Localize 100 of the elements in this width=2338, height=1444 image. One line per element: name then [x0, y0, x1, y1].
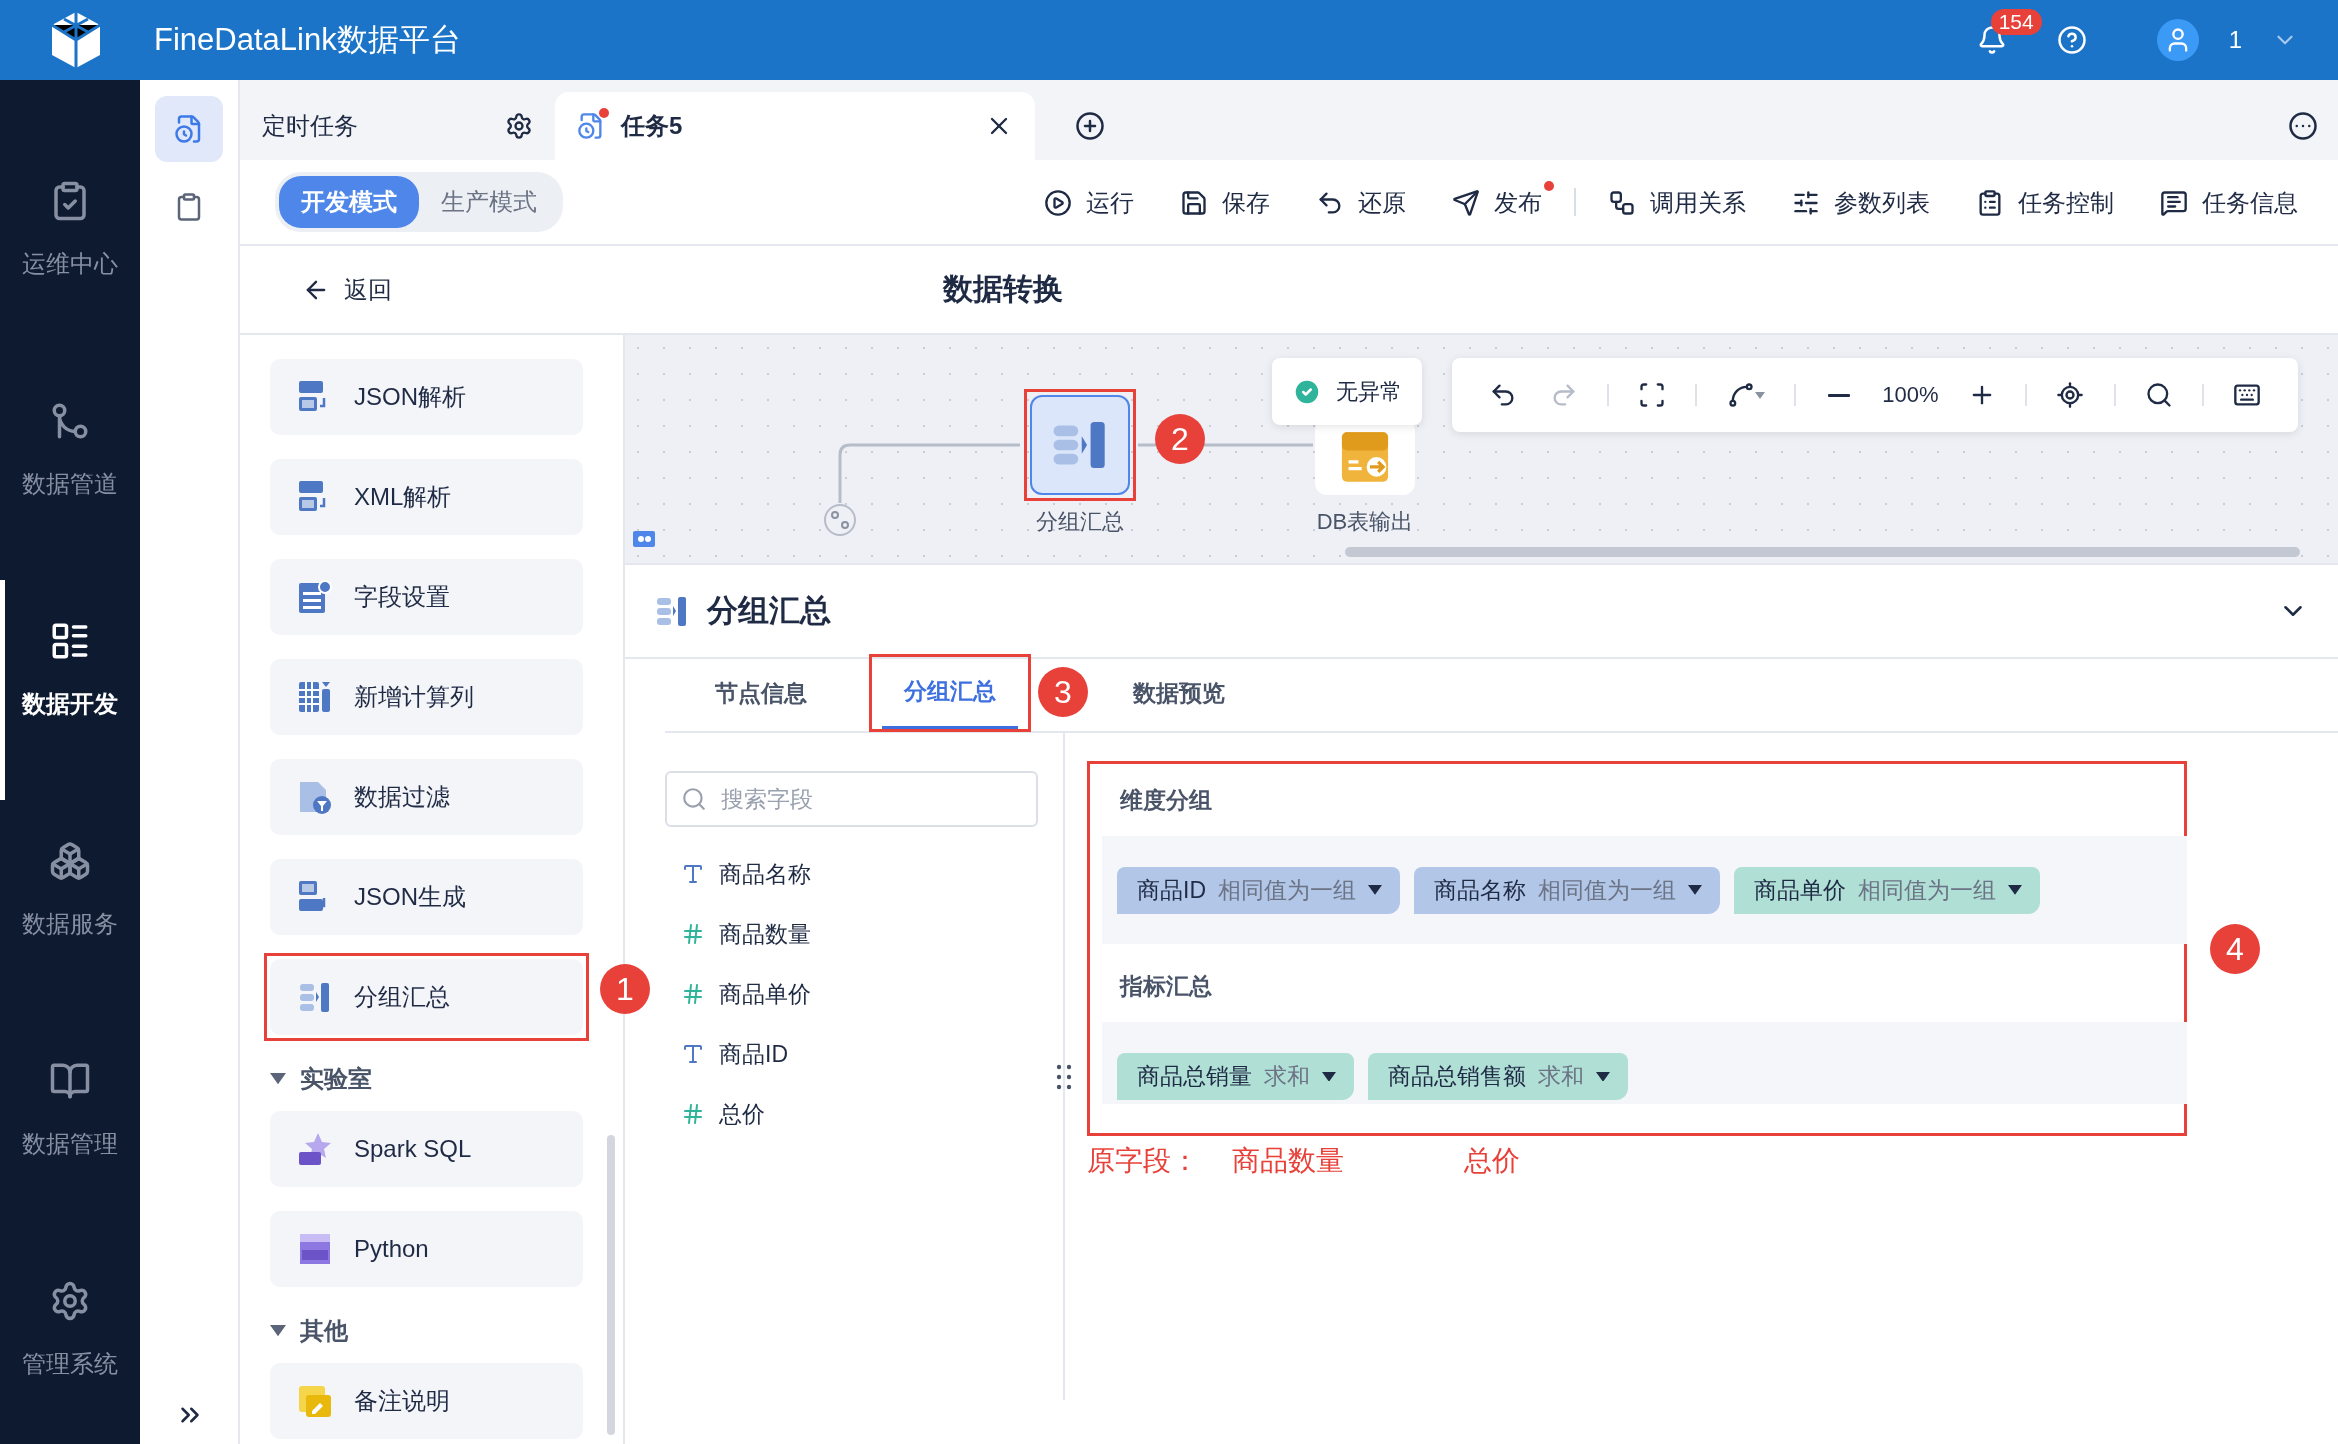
more-icon[interactable]: [2288, 111, 2318, 141]
caret-icon: [270, 1073, 286, 1085]
side-tab[interactable]: [155, 96, 223, 162]
filter-icon: [298, 780, 332, 814]
save-icon: [1180, 189, 1208, 217]
connector-icon: [1726, 381, 1755, 409]
panel-tab[interactable]: 分组汇总: [882, 657, 1018, 729]
text-type-icon: [681, 862, 705, 886]
scrollbar[interactable]: [607, 1135, 615, 1435]
caret-icon: [1596, 1071, 1610, 1082]
search-field[interactable]: 搜索字段: [665, 771, 1038, 827]
mode-toggle[interactable]: 开发模式: [279, 176, 419, 228]
annotation-text: 商品数量: [1232, 1144, 1345, 1178]
node-item[interactable]: 新增计算列: [270, 659, 583, 735]
page-title: 数据转换: [943, 271, 1063, 307]
step-badge: 2: [1155, 414, 1205, 464]
toolbar-button[interactable]: 保存: [1180, 181, 1282, 223]
field-chip[interactable]: 商品总销售额 求和: [1368, 1053, 1628, 1100]
scan-icon: [1638, 381, 1667, 409]
hash-icon: [681, 982, 705, 1006]
nav-item[interactable]: 数据管理: [0, 1020, 135, 1240]
node-item[interactable]: 字段设置: [270, 559, 583, 635]
notification-dot: [1544, 181, 1554, 191]
panel-tab[interactable]: 节点信息: [693, 659, 829, 731]
panel-title: 分组汇总: [707, 592, 832, 630]
section-title: 指标汇总: [1118, 971, 1213, 1001]
node-item[interactable]: 数据过滤: [270, 759, 583, 835]
toolbar-button[interactable]: 任务控制: [1976, 181, 2126, 223]
group-icon: [298, 980, 332, 1014]
node-item[interactable]: JSON生成: [270, 859, 583, 935]
field-item[interactable]: 商品单价: [681, 975, 1038, 1013]
unsaved-dot: [599, 108, 609, 118]
task-tab[interactable]: 定时任务: [240, 92, 555, 160]
search-icon: [2144, 381, 2173, 409]
toolbar-button[interactable]: 任务信息: [2160, 181, 2310, 223]
group-heading[interactable]: 其他: [270, 1315, 583, 1347]
field-chip[interactable]: 商品名称 相同值为一组: [1414, 866, 1720, 914]
caret-icon: [2008, 885, 2022, 895]
node-item[interactable]: 分组汇总: [270, 959, 583, 1035]
flow-node[interactable]: [1030, 395, 1130, 495]
nav-item[interactable]: 管理系统: [0, 1240, 135, 1444]
file-icon: [298, 1232, 332, 1266]
form-settings-icon: [298, 580, 332, 614]
caret-icon: [1688, 885, 1702, 895]
node-item[interactable]: JSON解析: [270, 359, 583, 435]
toolbar-button[interactable]: 运行: [1044, 181, 1146, 223]
calendar-icon: [577, 112, 605, 140]
caret-icon: [1368, 885, 1382, 895]
toolbar-button[interactable]: 调用关系: [1608, 181, 1758, 223]
field-chip[interactable]: 商品ID 相同值为一组: [1117, 866, 1400, 914]
caret-icon: [1754, 391, 1765, 399]
node-item[interactable]: XML解析: [270, 459, 583, 535]
section-title: 维度分组: [1119, 785, 1213, 815]
group-heading[interactable]: 实验室: [270, 1063, 583, 1095]
canvas-corner-icon: [633, 531, 655, 547]
nav-item[interactable]: 数据管道: [0, 360, 135, 580]
send-icon: [1452, 189, 1480, 217]
branch-icon: [823, 503, 857, 537]
node-item[interactable]: Spark SQL: [270, 1111, 583, 1187]
toolbar-button[interactable]: 发布: [1452, 181, 1554, 223]
field-item[interactable]: 商品ID: [681, 1035, 1038, 1073]
avatar[interactable]: [2156, 19, 2199, 61]
boxes-icon: [49, 840, 91, 882]
play-icon: [1044, 189, 1072, 217]
task-tab[interactable]: 任务5: [555, 92, 1035, 160]
back-button[interactable]: 返回: [296, 272, 398, 307]
message-icon: [2160, 189, 2188, 217]
flow-icon: [1608, 189, 1636, 217]
scrollbar[interactable]: [1345, 547, 2300, 557]
minus-icon: [1828, 393, 1851, 397]
field-item[interactable]: 商品数量: [681, 915, 1038, 953]
user-name: 1: [2228, 26, 2242, 54]
step-badge: 1: [600, 964, 650, 1014]
caret-icon: [1322, 1071, 1336, 1082]
node-item[interactable]: 备注说明: [270, 1363, 583, 1439]
sliders-icon: [1792, 189, 1820, 217]
field-chip[interactable]: 商品总销量 求和: [1117, 1053, 1354, 1100]
help-icon[interactable]: [2056, 25, 2087, 55]
field-chip[interactable]: 商品单价 相同值为一组: [1734, 866, 2040, 914]
node-item[interactable]: Python: [270, 1211, 583, 1287]
group-icon: [655, 594, 689, 628]
step-badge: 3: [1038, 667, 1088, 717]
hash-icon: [681, 922, 705, 946]
nav-item[interactable]: 数据服务: [0, 800, 135, 1020]
nav-item[interactable]: 数据开发: [0, 580, 135, 800]
step-badge: 4: [2210, 924, 2260, 974]
text-type-icon: [681, 1042, 705, 1066]
field-item[interactable]: 商品名称: [681, 855, 1038, 893]
toolbar-button[interactable]: 参数列表: [1792, 181, 1942, 223]
field-item[interactable]: 总价: [681, 1095, 1038, 1133]
panel-tab[interactable]: 数据预览: [1111, 659, 1247, 731]
node-label: 分组汇总: [1036, 508, 1124, 536]
mode-toggle[interactable]: 生产模式: [419, 176, 559, 228]
nav-item[interactable]: 运维中心: [0, 140, 135, 360]
add-tab-icon[interactable]: [1075, 111, 1105, 141]
node-label: DB表输出: [1316, 508, 1414, 536]
search-icon: [681, 786, 707, 812]
settings-icon[interactable]: [505, 112, 533, 140]
locate-icon: [2056, 381, 2085, 409]
toolbar-button[interactable]: 还原: [1316, 181, 1418, 223]
